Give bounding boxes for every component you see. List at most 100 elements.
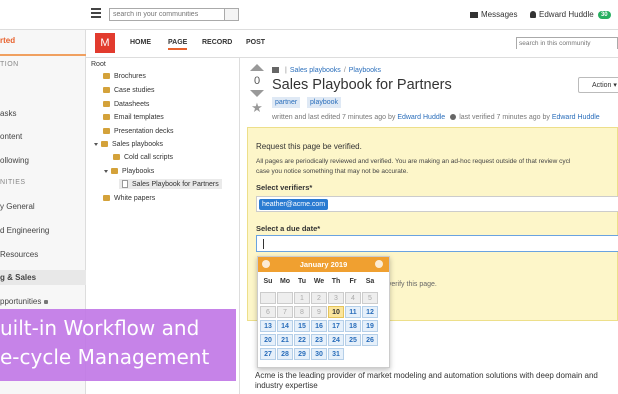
community-search[interactable] [516, 37, 618, 49]
tag-partner[interactable]: partner [272, 97, 301, 108]
text-cursor [263, 239, 264, 249]
nav-communities-heading: NITIES [0, 179, 26, 186]
action-dropdown-button[interactable]: Action ▾ [578, 77, 618, 93]
calendar-day[interactable]: 21 [277, 334, 293, 346]
nav-community-sales[interactable]: g & Sales [0, 270, 86, 285]
home-icon[interactable] [272, 67, 279, 74]
breadcrumb-item[interactable]: Playbooks [349, 67, 381, 74]
calendar-day[interactable]: 20 [260, 334, 276, 346]
tab-home[interactable]: HOME [130, 39, 151, 46]
tab-post[interactable]: POST [246, 39, 265, 46]
nav-item-tasks[interactable]: asks [0, 109, 16, 118]
calendar-day[interactable]: 22 [294, 334, 310, 346]
nav-opportunities-label: pportunities [0, 297, 42, 306]
tab-record[interactable]: RECORD [202, 39, 232, 46]
next-month-icon[interactable] [375, 260, 383, 268]
calendar-day[interactable]: 29 [294, 348, 310, 360]
calendar-day[interactable]: 30 [311, 348, 327, 360]
page-meta: written and last edited 7 minutes ago by… [272, 114, 600, 121]
verifiers-input[interactable]: heather@acme.com [256, 196, 618, 212]
tab-page[interactable]: PAGE [168, 39, 188, 50]
verifier-chip[interactable]: heather@acme.com [259, 199, 329, 210]
folder-icon [103, 101, 110, 108]
tree-item[interactable]: Playbooks [104, 168, 154, 175]
expand-caret-icon[interactable] [94, 142, 98, 146]
calendar-day[interactable]: 12 [362, 306, 378, 318]
nav-item-following[interactable]: ollowing [0, 156, 29, 165]
calendar-day[interactable]: 17 [328, 320, 344, 332]
nav-community-resources[interactable]: Resources [0, 250, 38, 259]
page-title: Sales Playbook for Partners [272, 77, 452, 93]
global-search-input[interactable] [110, 9, 222, 20]
search-icon[interactable] [224, 9, 238, 20]
calendar-day[interactable]: 31 [328, 348, 344, 360]
calendar-day[interactable]: 28 [277, 348, 293, 360]
nav-community-opportunities[interactable]: pportunities [0, 297, 49, 306]
tree-root[interactable]: Root [91, 61, 106, 68]
tree-item[interactable]: Presentation decks [103, 128, 174, 135]
tag-playbook[interactable]: playbook [307, 97, 342, 108]
calendar-day[interactable]: 16 [311, 320, 327, 332]
tree-item[interactable]: Email templates [103, 114, 164, 121]
tree-item[interactable]: White papers [103, 195, 155, 202]
community-logo[interactable]: M [95, 33, 115, 53]
breadcrumb-item[interactable]: Sales playbooks [290, 67, 341, 74]
calendar-day: 8 [294, 306, 310, 318]
calendar-day[interactable]: 23 [311, 334, 327, 346]
tree-item-label: Presentation decks [114, 128, 174, 135]
weekday-label: Mo [279, 278, 291, 285]
tree-item[interactable]: Case studies [103, 87, 154, 94]
calendar-day[interactable]: 25 [345, 334, 361, 346]
due-date-label: Select a due date* [256, 224, 321, 233]
calendar-day[interactable]: 13 [260, 320, 276, 332]
messages-link[interactable]: Messages [470, 10, 517, 19]
calendar-day[interactable]: 19 [362, 320, 378, 332]
community-search-input[interactable] [517, 38, 617, 49]
messages-label: Messages [481, 10, 518, 19]
lock-icon [44, 299, 49, 304]
tree-item-selected[interactable]: Sales Playbook for Partners [119, 179, 222, 189]
user-menu[interactable]: Edward Huddle 30 [530, 10, 611, 19]
calendar-day[interactable]: 14 [277, 320, 293, 332]
prev-month-icon[interactable] [262, 260, 270, 268]
calendar-day [260, 292, 276, 304]
calendar-day[interactable]: 11 [345, 306, 361, 318]
nav-section-heading: TION [0, 61, 19, 68]
calendar-day: 9 [311, 306, 327, 318]
downvote-arrow-icon[interactable] [250, 90, 264, 97]
folder-icon [113, 154, 120, 161]
star-icon[interactable]: ★ [250, 100, 264, 116]
calendar-day[interactable]: 26 [362, 334, 378, 346]
calendar-day[interactable]: 27 [260, 348, 276, 360]
verifier-link[interactable]: Edward Huddle [552, 114, 600, 121]
calendar-day[interactable]: 18 [345, 320, 361, 332]
upvote-arrow-icon[interactable] [250, 64, 264, 71]
global-search[interactable] [109, 8, 239, 21]
nav-community-general[interactable]: y General [0, 202, 35, 211]
tree-item[interactable]: Cold call scripts [113, 154, 173, 161]
weekday-label: Tu [297, 278, 307, 285]
tree-item[interactable]: Sales playbooks [94, 141, 163, 148]
envelope-icon [470, 11, 478, 18]
user-points-badge: 30 [597, 10, 611, 19]
nav-community-engineering[interactable]: d Engineering [0, 226, 49, 235]
tree-item[interactable]: Datasheets [103, 101, 149, 108]
date-picker-month: January 2019 [299, 260, 348, 269]
tree-item[interactable]: Brochures [103, 73, 146, 80]
meta-written: written and last edited 7 minutes ago by [272, 114, 396, 121]
nav-item-content[interactable]: ontent [0, 132, 22, 141]
user-name: Edward Huddle [539, 10, 594, 19]
hamburger-menu-icon[interactable] [91, 8, 101, 18]
expand-caret-icon[interactable] [104, 169, 108, 173]
verification-title: Request this page be verified. [256, 142, 362, 151]
due-date-input[interactable] [256, 235, 618, 252]
calendar-day[interactable]: 15 [294, 320, 310, 332]
divider [0, 54, 86, 56]
calendar-day-today[interactable]: 10 [328, 306, 344, 318]
calendar-day[interactable]: 24 [328, 334, 344, 346]
calendar-day: 3 [328, 292, 344, 304]
author-link[interactable]: Edward Huddle [397, 114, 445, 121]
verification-note: o verify this page. [382, 281, 437, 288]
folder-icon [103, 73, 110, 80]
get-started-link[interactable]: rted [0, 36, 15, 45]
